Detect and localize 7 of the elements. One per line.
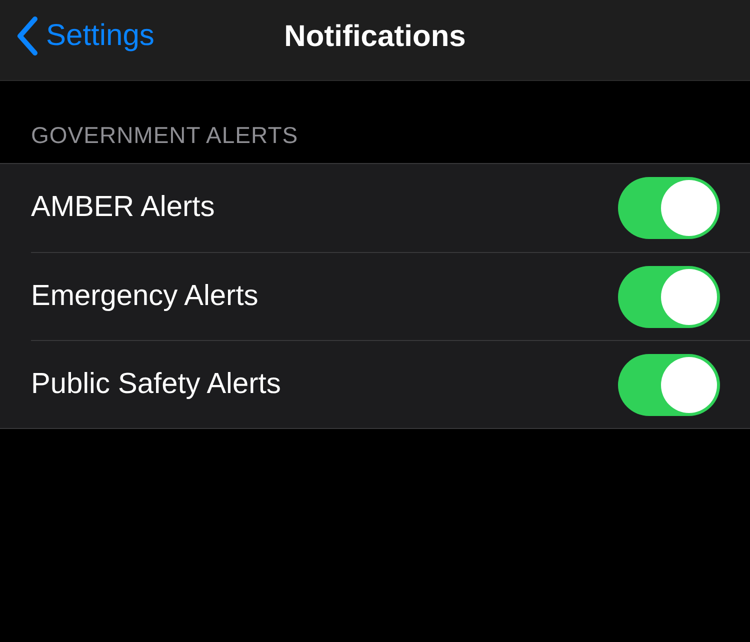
back-button[interactable]: Settings (16, 14, 154, 58)
row-label: AMBER Alerts (31, 190, 215, 226)
row-label: Emergency Alerts (31, 278, 258, 314)
chevron-left-icon (16, 16, 38, 56)
page-title: Notifications (284, 18, 466, 54)
section-header: GOVERNMENT ALERTS (31, 121, 298, 149)
row-label: Public Safety Alerts (31, 366, 281, 402)
